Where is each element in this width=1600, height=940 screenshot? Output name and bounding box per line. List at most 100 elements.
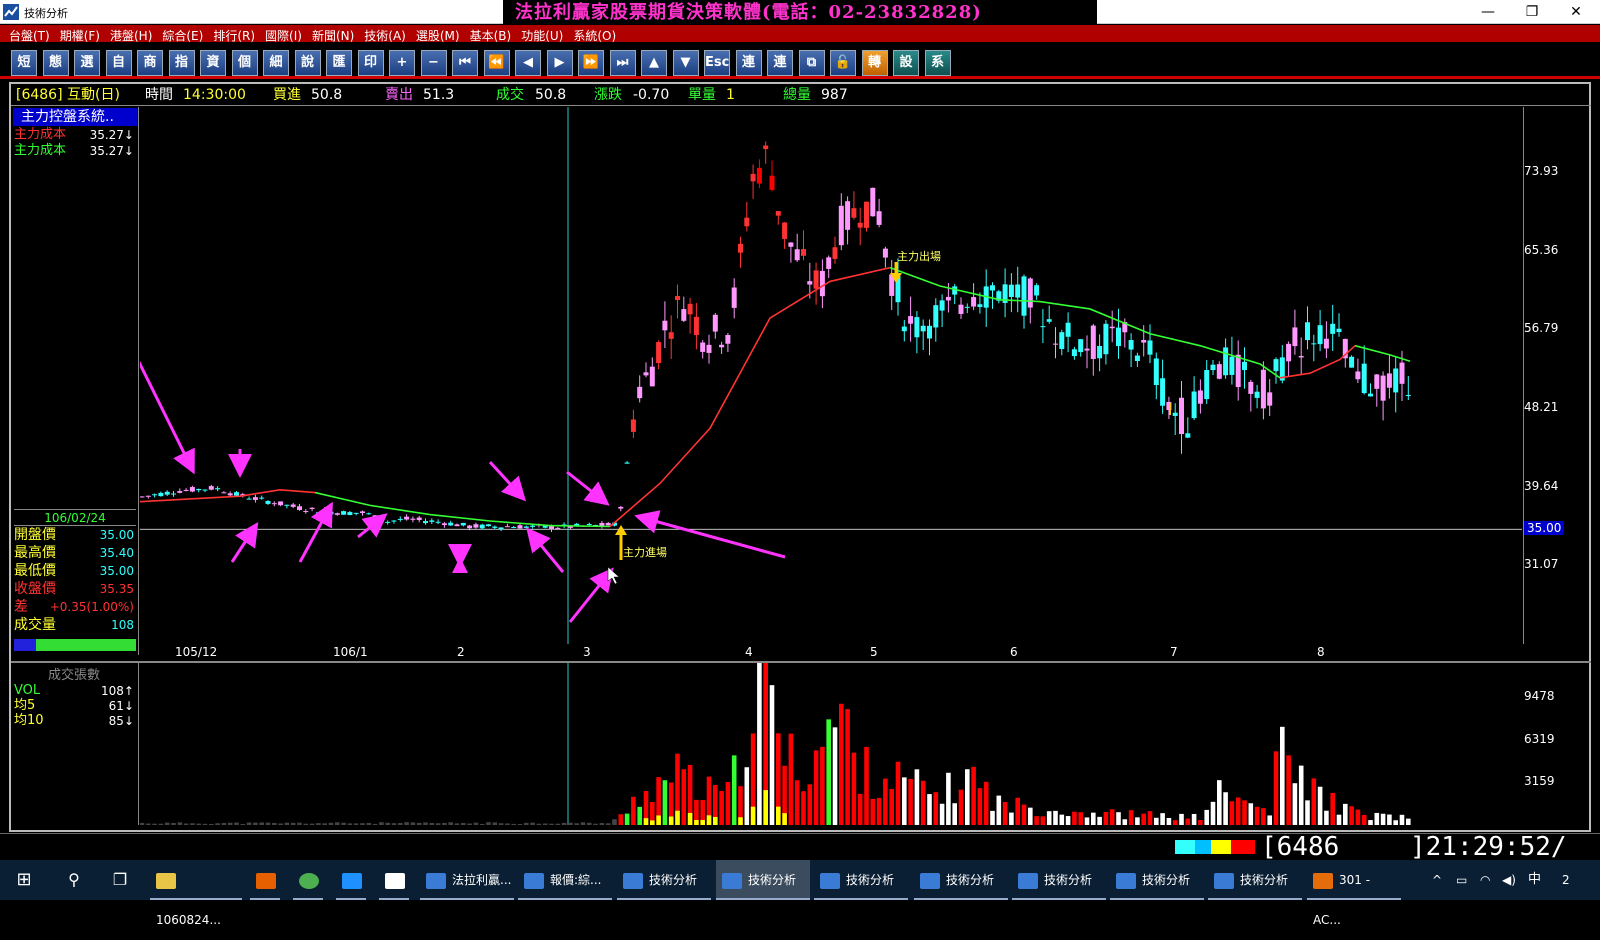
price-chart[interactable]: 主力進場 主力出場 (140, 107, 1522, 644)
up-icon[interactable]: ▲ (641, 50, 667, 76)
task-view-icon[interactable]: ❐ (104, 860, 136, 900)
print-icon[interactable]: 印 (357, 50, 384, 76)
convert-icon[interactable]: 轉 (861, 50, 888, 76)
first-icon[interactable]: ⏮ (452, 50, 478, 76)
minimize-button[interactable]: — (1466, 0, 1510, 24)
candle-body (1071, 349, 1077, 357)
select-icon[interactable]: 選 (74, 50, 100, 76)
volume-chart[interactable] (140, 663, 1522, 825)
volume-bar (290, 822, 296, 825)
volume-bar (234, 822, 239, 825)
taskbar-item[interactable]: 技術分析 (1110, 860, 1204, 900)
restore-button[interactable]: ❐ (1510, 0, 1554, 24)
y-tick-label: 48.21 (1524, 399, 1559, 414)
single-icon[interactable]: 個 (231, 50, 258, 76)
volume-bar (1242, 800, 1247, 825)
system-icon[interactable]: 系 (924, 50, 951, 76)
wifi-icon[interactable]: ◠ (1480, 860, 1500, 900)
commodity-icon[interactable]: 商 (137, 50, 163, 76)
taskbar-item[interactable]: 1060824... (150, 860, 242, 927)
bid-label: 買進 (273, 87, 301, 103)
cost-value: 35.27↓ (89, 144, 134, 158)
ohlc-label: 最高價 (14, 545, 56, 561)
fast-forward-icon[interactable]: ⏩ (578, 50, 604, 76)
volume-bar (1198, 819, 1203, 825)
volume-bar (379, 822, 384, 825)
next-icon[interactable]: ▶ (546, 50, 573, 76)
candle-body (1053, 343, 1058, 345)
taskbar-item[interactable] (336, 860, 366, 900)
candle-body (687, 303, 693, 315)
pattern-icon[interactable]: 態 (42, 50, 69, 76)
search-icon[interactable]: ⚲ (58, 860, 90, 900)
taskbar-item[interactable]: 技術分析 (914, 860, 1008, 900)
volume-bar (902, 777, 907, 825)
last-icon[interactable]: ⏭ (609, 50, 636, 76)
index-icon[interactable]: 指 (168, 50, 195, 76)
candle-body (775, 211, 781, 216)
volume-bar (1116, 812, 1121, 825)
taskbar-item[interactable]: 報價:綜... (518, 860, 612, 900)
candle-body (1027, 278, 1033, 308)
close-button[interactable]: ✕ (1554, 0, 1598, 24)
taskbar-item[interactable]: 技術分析 (1208, 860, 1302, 900)
candle-body (801, 249, 806, 256)
explain-icon[interactable]: 說 (294, 50, 321, 76)
candle-body (1141, 340, 1147, 343)
change-label: 漲跌 (594, 87, 622, 103)
settings-icon[interactable]: 設 (893, 50, 919, 76)
taskbar-item[interactable] (379, 860, 409, 900)
candle-body (467, 525, 473, 529)
taskbar-item[interactable]: 法拉利贏... (420, 860, 514, 900)
candle-body (794, 249, 800, 261)
candle-body (845, 201, 851, 230)
volume-bar (1305, 800, 1310, 825)
candle-body (140, 496, 145, 498)
last-value: 50.8 (535, 87, 567, 103)
volume-bar (908, 778, 913, 825)
x-tick-label: 106/1 (333, 645, 368, 659)
taskbar-item[interactable]: 技術分析 (814, 860, 908, 900)
zoom-out-icon[interactable]: − (420, 50, 447, 76)
candle-body (719, 344, 725, 348)
taskbar-item[interactable]: 技術分析 (617, 860, 711, 900)
lock-icon[interactable]: 🔓 (830, 50, 856, 76)
tray-chevron-icon[interactable]: ^ (1432, 860, 1452, 900)
volume-icon[interactable]: ◀) (1502, 860, 1522, 900)
escape-icon[interactable]: Esc (704, 50, 730, 76)
volume-bar (977, 788, 983, 825)
candle-body (1021, 276, 1027, 316)
taskbar-item[interactable]: 技術分析 (1012, 860, 1106, 900)
rewind-icon[interactable]: ⏪ (483, 50, 510, 76)
ohlc-value: 35.00 (99, 528, 134, 542)
ohlc-value: 35.40 (99, 546, 134, 560)
notification-icon[interactable]: 2 (1562, 860, 1588, 900)
taskbar-item[interactable] (250, 860, 280, 900)
quote-bar: [6486] 互動(日) 時間 14:30:00 買進 50.8 賣出 51.3… (11, 84, 1591, 106)
info-side-panel: 主力控盤系統.. 主力成本 35.27↓ 主力成本 35.27↓ 106/02/… (11, 107, 139, 655)
detail-icon[interactable]: 細 (263, 50, 289, 76)
zoom-in-icon[interactable]: + (389, 50, 415, 76)
exchange-icon[interactable]: 匯 (326, 50, 352, 76)
window-icon[interactable]: ⧉ (798, 50, 825, 76)
candle-body (341, 511, 347, 515)
taskbar-item[interactable]: 技術分析 (716, 860, 810, 900)
candle-body (334, 513, 340, 515)
taskbar-item[interactable]: 301 - AC... (1307, 860, 1401, 927)
volume-bar-part (656, 815, 661, 825)
short-icon[interactable]: 短 (11, 50, 37, 76)
candle-body (1147, 340, 1153, 355)
system-title[interactable]: 主力控盤系統.. (13, 108, 137, 126)
vol-stat-value: 85↓ (108, 714, 134, 728)
data-icon[interactable]: 資 (200, 50, 226, 76)
start-icon[interactable]: ⊞ (8, 860, 40, 900)
link2-icon[interactable]: 連 (767, 50, 793, 76)
candle-body (1286, 343, 1292, 362)
prev-icon[interactable]: ◀ (515, 50, 541, 76)
down-icon[interactable]: ▼ (672, 50, 699, 76)
link-icon[interactable]: 連 (735, 50, 762, 76)
ime-indicator[interactable]: 中 (1528, 860, 1548, 900)
taskbar-item[interactable] (293, 860, 323, 900)
status-color-red (1231, 840, 1255, 854)
self-icon[interactable]: 自 (105, 50, 132, 76)
